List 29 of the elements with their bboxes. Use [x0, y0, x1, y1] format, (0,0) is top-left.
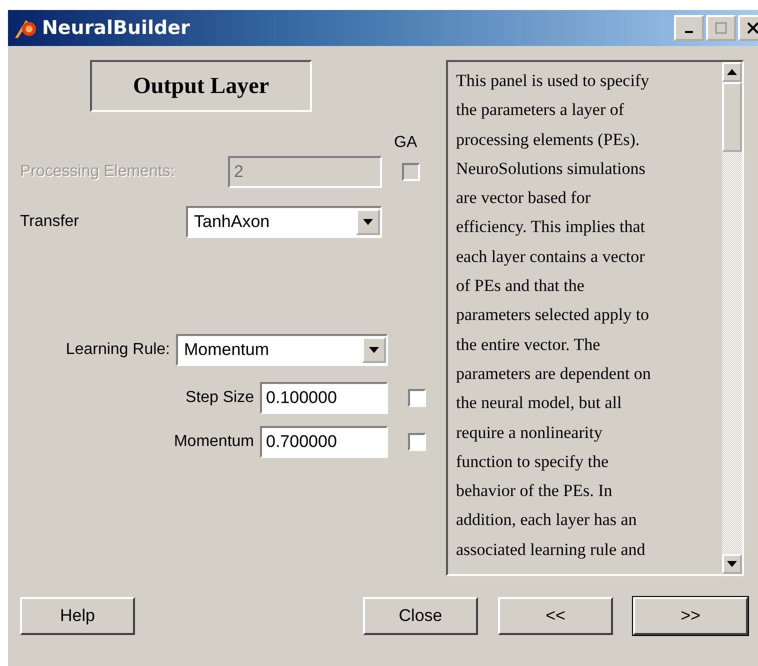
- minimize-button[interactable]: [674, 15, 704, 41]
- scrollbar[interactable]: [722, 62, 742, 574]
- help-text: This panel is used to specify the parameters a layer of processing elements (PEs). NeuroSolutions simulations are vector based for efficiency. This implies that each layer contains a vector of PEs and that the parameters selected apply to the entire vector. The parameters are dependent on the neural model, but all require a nonlinearity function to specify the behavior of the PEs. In addition, each layer has an associated learning rule and: [455, 70, 652, 561]
- scroll-thumb[interactable]: [722, 82, 742, 152]
- transfer-dropdown[interactable]: TanhAxon: [186, 206, 382, 238]
- caret-icon: [363, 219, 373, 225]
- dialog-button[interactable]: <<: [498, 597, 613, 635]
- parameter-field[interactable]: 0.700000: [260, 426, 388, 458]
- maximize-icon: [715, 22, 727, 34]
- field-label: Transfer: [20, 213, 80, 231]
- close-icon: [747, 22, 758, 34]
- window-title: NeuralBuilder: [42, 17, 190, 39]
- minimize-icon: [685, 31, 693, 33]
- field-label: Step Size: [184, 389, 255, 407]
- layer-heading: Output Layer: [90, 60, 312, 112]
- caret-icon: [369, 347, 379, 353]
- parameter-field[interactable]: 0.100000: [260, 382, 388, 414]
- checkbox[interactable]: [408, 389, 426, 407]
- scroll-down-icon: [727, 561, 737, 567]
- dialog-button[interactable]: >>: [633, 597, 748, 635]
- dialog-button[interactable]: Help: [20, 597, 135, 635]
- field-label: Momentum: [172, 433, 255, 451]
- field-label: Learning Rule:: [64, 341, 171, 359]
- checkbox[interactable]: [408, 433, 426, 451]
- learning-rule-dropdown[interactable]: Momentum: [176, 334, 388, 366]
- scroll-up-icon: [727, 69, 737, 75]
- ga-label: GA: [394, 134, 418, 152]
- app-logo-icon: [14, 17, 38, 39]
- dialog-button[interactable]: Close: [363, 597, 478, 635]
